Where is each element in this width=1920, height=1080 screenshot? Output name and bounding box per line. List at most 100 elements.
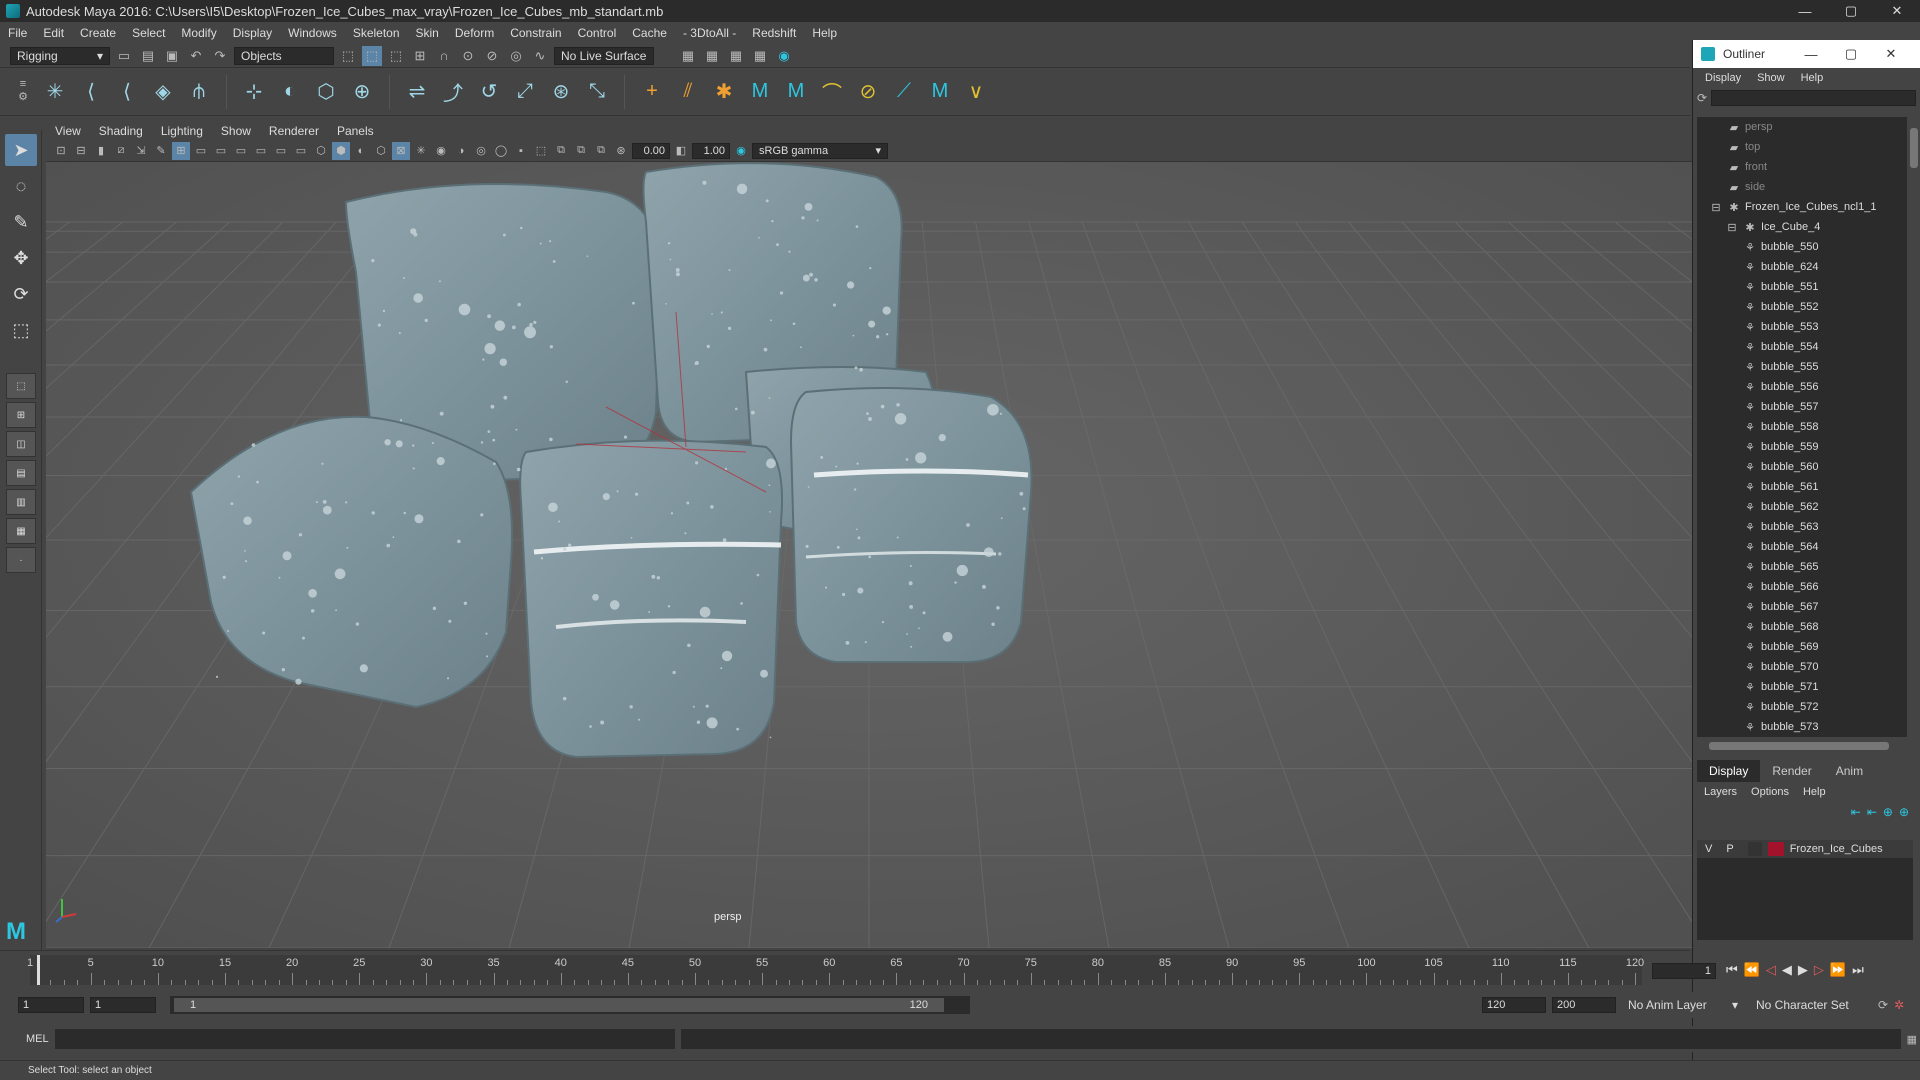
outliner-row[interactable]: ⚘ bubble_556	[1697, 377, 1907, 397]
outliner-row[interactable]: ⚘ bubble_573	[1697, 717, 1907, 737]
select-object-icon[interactable]: ⬚	[362, 45, 382, 66]
outliner-row[interactable]: ⚘ bubble_563	[1697, 517, 1907, 537]
lights-icon[interactable]: ◉	[432, 142, 450, 160]
outliner-row[interactable]: ⚘ bubble_553	[1697, 317, 1907, 337]
outliner-row[interactable]: ⚘ bubble_554	[1697, 337, 1907, 357]
layer-tab[interactable]: Anim	[1824, 760, 1875, 782]
anim-layer-dropdown[interactable]: No Anim Layer ▾	[1622, 996, 1744, 1014]
outliner-menu-item[interactable]: Show	[1749, 72, 1793, 84]
outliner-row[interactable]: ⚘ bubble_571	[1697, 677, 1907, 697]
gamma-icon[interactable]: ⧉	[552, 142, 570, 160]
humanik-icon[interactable]: ⫛	[184, 75, 214, 109]
time-ruler[interactable]: 1 5 10 15 20 25 30 35 40 45 50 55 60 65 70 75 80 85 90 95 1…	[27, 955, 1644, 985]
blend-shape-icon[interactable]: M	[781, 75, 811, 109]
outliner-row[interactable]: ▰ top	[1697, 137, 1907, 157]
persp-outliner-layout-icon[interactable]: ▤	[6, 460, 36, 486]
motion-blur-icon[interactable]: ◯	[492, 142, 510, 160]
selection-mask-dropdown[interactable]: Objects	[234, 46, 334, 65]
live-surface-field[interactable]: No Live Surface	[554, 46, 654, 65]
image-plane-icon[interactable]: ⧄	[112, 142, 130, 160]
menu-item[interactable]: File	[0, 26, 35, 40]
viewport-menu-item[interactable]: Lighting	[152, 124, 212, 138]
sculpt-deformer-icon[interactable]: ⊘	[853, 75, 883, 109]
play-forward-icon[interactable]: ▶	[1798, 962, 1808, 978]
safe-action-icon[interactable]: ▭	[272, 142, 290, 160]
viewport-menu-item[interactable]: View	[46, 124, 90, 138]
bind-skin-icon[interactable]: ⊹	[239, 75, 269, 109]
outliner-row[interactable]: ⚘ bubble_562	[1697, 497, 1907, 517]
layer-move-up-icon[interactable]: ⇤	[1851, 805, 1861, 819]
current-frame-field[interactable]: 1	[1652, 963, 1716, 979]
outliner-row[interactable]: ⚘ bubble_555	[1697, 357, 1907, 377]
viewport-menu-item[interactable]: Shading	[90, 124, 152, 138]
layer-menu-item[interactable]: Layers	[1697, 786, 1744, 798]
layer-move-down-icon[interactable]: ⇤	[1867, 805, 1877, 819]
joint-tool-icon[interactable]: ✳	[40, 75, 70, 109]
anti-alias-icon[interactable]: ▪	[512, 142, 530, 160]
menu-item[interactable]: Display	[225, 26, 280, 40]
menu-item[interactable]: Skeleton	[345, 26, 408, 40]
hypershade-icon[interactable]: ◉	[774, 46, 794, 66]
outliner-row[interactable]: ⚘ bubble_565	[1697, 557, 1907, 577]
locator-icon[interactable]: +	[637, 75, 667, 109]
time-slider[interactable]: 1 5 10 15 20 25 30 35 40 45 50 55 60 65 70 75 80 85 90 95 1…	[0, 950, 1716, 990]
anim-prefs-icon[interactable]: ✲	[1894, 998, 1904, 1012]
outliner-row[interactable]: ⚘ bubble_572	[1697, 697, 1907, 717]
constraint-pole-icon[interactable]: ⤡	[582, 75, 612, 109]
outliner-refresh-icon[interactable]: ⟳	[1697, 91, 1707, 105]
ambient-occlusion-icon[interactable]: ◎	[472, 142, 490, 160]
graph-layout-icon[interactable]: ▥	[6, 489, 36, 515]
wire-deformer-icon[interactable]: ⌒	[817, 75, 847, 109]
color-space-dropdown[interactable]: sRGB gamma ▾	[752, 142, 888, 159]
layer-color-swatch[interactable]	[1767, 842, 1784, 856]
custom-layout-icon[interactable]: ·	[6, 547, 36, 573]
go-to-end-icon[interactable]: ⏭	[1852, 962, 1864, 978]
outliner-horizontal-scrollbar[interactable]	[1697, 740, 1907, 752]
new-scene-icon[interactable]: ▭	[114, 46, 134, 66]
auto-key-icon[interactable]: ⟳	[1878, 998, 1888, 1012]
ik-handle-icon[interactable]: ⟨	[76, 75, 106, 109]
four-pane-layout-icon[interactable]: ⊞	[6, 402, 36, 428]
select-component-icon[interactable]: ⬚	[386, 46, 406, 66]
outliner-row[interactable]: ⚘ bubble_564	[1697, 537, 1907, 557]
new-layer-selected-icon[interactable]: ⊕	[1899, 805, 1909, 819]
insert-joint-icon[interactable]: ◈	[148, 75, 178, 109]
snap-view-icon[interactable]: ⊘	[482, 46, 502, 66]
outliner-row[interactable]: ▰ side	[1697, 177, 1907, 197]
render-settings-icon[interactable]: ▦	[750, 46, 770, 66]
outliner-row[interactable]: ⚘ bubble_560	[1697, 457, 1907, 477]
layer-type-toggle[interactable]	[1747, 842, 1762, 856]
outliner-row[interactable]: ⚘ bubble_624	[1697, 257, 1907, 277]
outliner-menu-item[interactable]: Display	[1697, 72, 1749, 84]
step-back-key-icon[interactable]: ⏪	[1744, 962, 1760, 978]
outliner-search-input[interactable]	[1711, 90, 1916, 106]
snap-surface-icon[interactable]: ◎	[506, 46, 526, 66]
camera-select-icon[interactable]: ⊡	[52, 142, 70, 160]
play-backward-icon[interactable]: ◀	[1782, 962, 1792, 978]
gate-mask-icon[interactable]: ▭	[232, 142, 250, 160]
layer-menu-item[interactable]: Help	[1796, 786, 1833, 798]
character-set-dropdown[interactable]: No Character Set	[1750, 996, 1872, 1014]
lattice-icon[interactable]: ⬡	[311, 75, 341, 109]
viewport-menu-item[interactable]: Renderer	[260, 124, 328, 138]
outliner-row[interactable]: ⚘ bubble_550	[1697, 237, 1907, 257]
xray-joints-icon[interactable]: ✳	[412, 142, 430, 160]
view-transform-icon[interactable]: ⧉	[592, 142, 610, 160]
isolate-select-icon[interactable]: ⬚	[532, 142, 550, 160]
wireframe-on-shaded-icon[interactable]: ⬡	[372, 142, 390, 160]
outliner-row[interactable]: ⚘ bubble_559	[1697, 437, 1907, 457]
set-key-icon[interactable]: ⫽	[673, 75, 703, 109]
save-scene-icon[interactable]: ▣	[162, 46, 182, 66]
undo-icon[interactable]: ↶	[186, 46, 206, 66]
grid-toggle-icon[interactable]: ⊞	[172, 141, 190, 160]
outliner-minimize-icon[interactable]: —	[1791, 40, 1831, 68]
gamma-reset-icon[interactable]: ◧	[672, 142, 690, 160]
viewport-menu-item[interactable]: Show	[212, 124, 260, 138]
new-layer-icon[interactable]: ⊕	[1883, 805, 1893, 819]
muscle-icon[interactable]: ∨	[961, 75, 991, 109]
paint-select-icon[interactable]: ✎	[5, 206, 37, 238]
camera-attr-icon[interactable]: ⊟	[72, 142, 90, 160]
layer-playback-toggle[interactable]: P	[1726, 843, 1733, 855]
render-frame-icon[interactable]: ▦	[702, 46, 722, 66]
constraint-parent-icon[interactable]: ⇌	[402, 75, 432, 109]
